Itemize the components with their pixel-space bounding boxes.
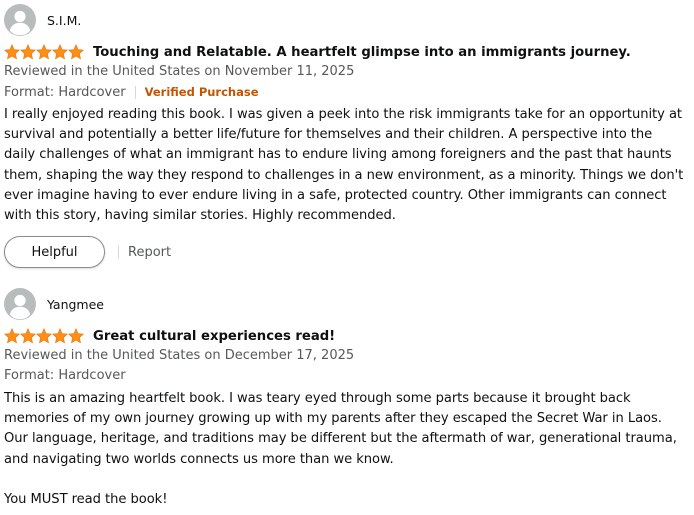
- review-title[interactable]: Touching and Relatable. A heartfelt glim…: [93, 45, 631, 60]
- star-rating[interactable]: [4, 328, 84, 344]
- star-icon: [68, 44, 84, 60]
- review-profile[interactable]: S.I.M.: [4, 4, 684, 36]
- star-rating[interactable]: [4, 44, 84, 60]
- profile-name[interactable]: S.I.M.: [47, 13, 81, 28]
- review-body: This is an amazing heartfelt book. I was…: [4, 389, 684, 510]
- divider: [118, 245, 119, 260]
- review-card: Yangmee Great cultural experiences read!…: [4, 288, 684, 510]
- review-card: S.I.M. Touching and Relatable. A heartfe…: [4, 4, 684, 269]
- review-paragraph: This is an amazing heartfelt book. I was…: [4, 391, 677, 467]
- review-title[interactable]: Great cultural experiences read!: [93, 329, 335, 344]
- report-link[interactable]: Report: [128, 245, 171, 260]
- star-icon: [68, 328, 84, 344]
- star-icon: [4, 44, 20, 60]
- star-icon: [52, 328, 68, 344]
- divider: [134, 85, 136, 99]
- reviews-page: S.I.M. Touching and Relatable. A heartfe…: [0, 0, 694, 515]
- star-icon: [4, 328, 20, 344]
- profile-name[interactable]: Yangmee: [47, 297, 104, 312]
- avatar-icon: [4, 4, 36, 36]
- star-icon: [20, 44, 36, 60]
- review-body: I really enjoyed reading this book. I wa…: [4, 105, 684, 226]
- review-paragraph: I really enjoyed reading this book. I wa…: [4, 107, 684, 224]
- review-format[interactable]: Format: Hardcover: [4, 85, 126, 100]
- review-profile[interactable]: Yangmee: [4, 288, 684, 320]
- review-date: Reviewed in the United States on Novembe…: [4, 64, 355, 79]
- review-date: Reviewed in the United States on Decembe…: [4, 348, 355, 363]
- star-icon: [36, 328, 52, 344]
- review-paragraph: You MUST read the book!: [4, 491, 168, 507]
- verified-purchase-badge: Verified Purchase: [144, 85, 259, 99]
- star-icon: [36, 44, 52, 60]
- helpful-button[interactable]: Helpful: [4, 236, 105, 269]
- star-icon: [52, 44, 68, 60]
- star-icon: [20, 328, 36, 344]
- review-format[interactable]: Format: Hardcover: [4, 366, 684, 386]
- avatar-icon: [4, 288, 36, 320]
